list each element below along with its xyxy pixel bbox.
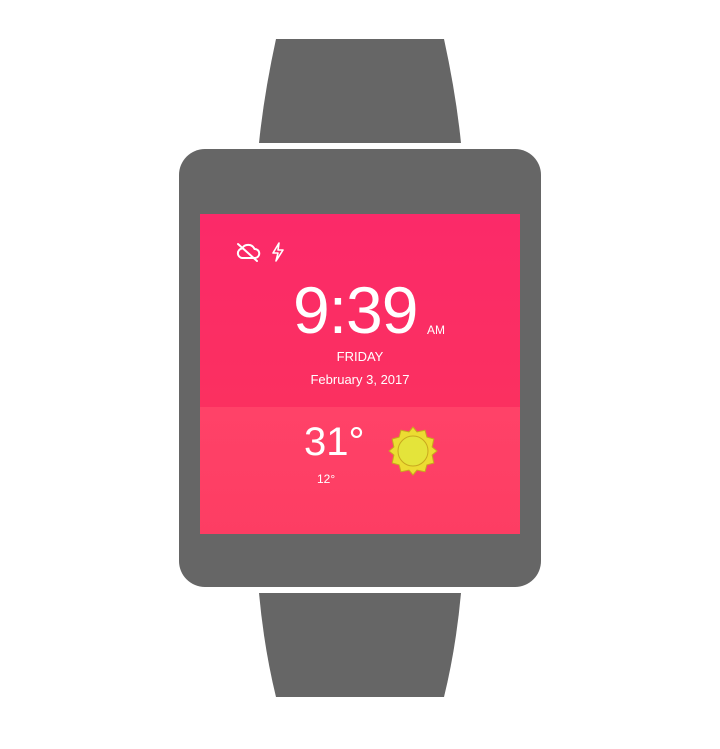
time-display: 9:39 [293, 273, 418, 347]
ampm-label: AM [427, 323, 445, 337]
sun-icon [388, 426, 438, 476]
date-label: February 3, 2017 [310, 372, 410, 387]
bolt-icon [272, 242, 284, 262]
watch-screen[interactable]: 9:39 AM FRIDAY February 3, 2017 31° 12° [200, 214, 520, 534]
clock-panel: 9:39 AM FRIDAY February 3, 2017 [200, 214, 520, 407]
current-temperature: 31° [304, 420, 365, 464]
watch-strap-bottom [259, 593, 461, 697]
low-temperature: 12° [317, 472, 336, 486]
watch-strap-top [259, 39, 461, 143]
day-of-week: FRIDAY [336, 349, 384, 364]
cloud-off-icon [236, 243, 261, 262]
